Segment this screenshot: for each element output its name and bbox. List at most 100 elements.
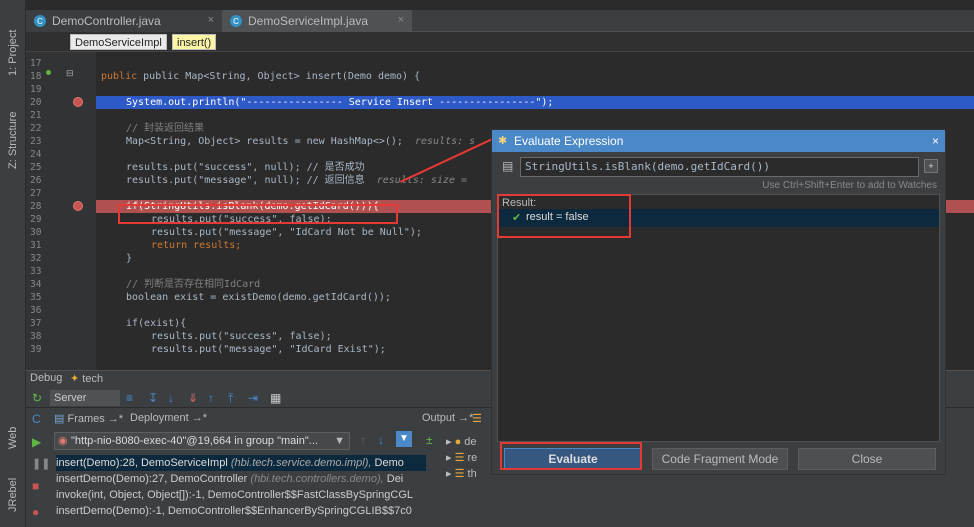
evaluate-icon: ✱: [498, 135, 508, 147]
resume-icon[interactable]: C: [32, 412, 41, 426]
deployment-tab[interactable]: Deployment →*: [130, 412, 207, 424]
breakpoint-icon[interactable]: [73, 201, 83, 211]
variable-row[interactable]: ▸ ● de: [446, 435, 477, 448]
code-fragment-mode-button[interactable]: Code Fragment Mode: [652, 448, 788, 470]
frames-tab-label: Frames →*: [67, 413, 124, 425]
code-text: // 判断是否存在相同IdCard: [126, 279, 261, 290]
line-number: 34: [30, 279, 42, 290]
highlight-box-evaluate: [500, 442, 642, 470]
history-icon[interactable]: ▤: [502, 159, 513, 173]
code-text: if(exist){: [126, 318, 187, 329]
line-number: 38: [30, 331, 42, 342]
frame-method: insertDemo(Demo):27, DemoController: [56, 473, 248, 485]
list-icon: ☰: [454, 468, 465, 480]
chevron-down-icon: ▼: [334, 435, 345, 447]
editor-gutter: 17 18 19 20 21 22 23 24 25 26 27 28 29 3…: [26, 52, 96, 370]
evaluate-expression-dialog: ✱ Evaluate Expression × ▤ StringUtils.is…: [491, 129, 946, 475]
line-number: 35: [30, 292, 42, 303]
dialog-title-bar[interactable]: ✱ Evaluate Expression ×: [492, 130, 945, 152]
project-tool-tab[interactable]: 1: Project: [3, 18, 23, 88]
line-number: 29: [30, 214, 42, 225]
web-tool-tab[interactable]: Web: [3, 418, 23, 458]
fold-icon[interactable]: ⊟: [66, 68, 74, 79]
highlight-box-result: [497, 194, 631, 238]
frame-package: (hbi.tech.controllers.demo),: [250, 473, 384, 485]
class-icon: C: [34, 15, 46, 27]
server-tab[interactable]: Server: [50, 390, 120, 406]
code-text: System.out.println("---------------- Ser…: [126, 97, 554, 108]
code-text: return results;: [151, 240, 242, 251]
structure-tool-tab[interactable]: Z: Structure: [3, 100, 23, 180]
line-number: 32: [30, 253, 42, 264]
drop-frame-icon[interactable]: ⤒: [228, 391, 233, 406]
jrebel-tool-label: JRebel: [7, 477, 19, 513]
breadcrumb-class[interactable]: DemoServiceImpl: [70, 34, 167, 50]
config-icon: ✦: [70, 373, 80, 385]
down-arrow-icon[interactable]: ↓: [378, 433, 384, 447]
step-over-icon[interactable]: ↧: [148, 391, 158, 405]
dialog-title: Evaluate Expression: [514, 134, 624, 148]
debug-config[interactable]: ✦ tech: [70, 372, 103, 385]
highlight-box-condition: [118, 204, 398, 224]
thread-icon: ◉: [58, 435, 68, 447]
tab-democontroller[interactable]: C DemoController.java ×: [26, 10, 222, 32]
code-line-20: System.out.println("---------------- Ser…: [96, 96, 974, 109]
line-number: 21: [30, 110, 42, 121]
breakpoint-icon[interactable]: [73, 97, 83, 107]
line-number: 20: [30, 97, 42, 108]
breadcrumb-method[interactable]: insert(): [172, 34, 217, 50]
rerun-icon[interactable]: ↻: [32, 391, 42, 405]
line-number: 23: [30, 136, 42, 147]
close-tab-icon[interactable]: ×: [398, 14, 404, 26]
line-number: 17: [30, 58, 42, 69]
step-out-icon[interactable]: ↑: [208, 391, 214, 405]
project-tool-label: 1: Project: [7, 29, 19, 77]
implements-marker-icon[interactable]: [46, 70, 51, 75]
show-execution-point-icon[interactable]: ≡: [126, 391, 133, 405]
mute-breakpoints-icon[interactable]: ●: [32, 505, 39, 519]
frame-row[interactable]: invoke(int, Object, Object[]):-1, DemoCo…: [56, 487, 426, 503]
evaluate-icon[interactable]: ▦: [270, 391, 281, 405]
list-icon: ☰: [454, 452, 465, 464]
line-number: 27: [30, 188, 42, 199]
frame-package: (hbi.tech.service.demo.impl),: [230, 457, 372, 469]
resume-program-icon[interactable]: ▶: [32, 435, 41, 449]
frame-tail: Demo: [374, 457, 404, 469]
variable-row[interactable]: ▸ ☰ re: [446, 451, 477, 464]
code-text: results.put("success", false);: [151, 331, 332, 342]
frames-tab[interactable]: ▤ Frames →*: [54, 412, 123, 425]
frame-row-selected[interactable]: insert(Demo):28, DemoServiceImpl (hbi.te…: [56, 455, 426, 471]
add-watch-icon[interactable]: ±: [426, 433, 433, 447]
filter-icon[interactable]: ▼: [396, 431, 412, 447]
tab-demoserviceimpl[interactable]: C DemoServiceImpl.java ×: [222, 10, 412, 32]
thread-selector[interactable]: ◉ "http-nio-8080-exec-40"@19,664 in grou…: [54, 432, 350, 450]
add-to-watches-icon[interactable]: +: [924, 159, 938, 173]
frames-icon: ▤: [54, 413, 65, 425]
expression-input[interactable]: StringUtils.isBlank(demo.getIdCard()): [520, 157, 919, 177]
variable-label: re: [467, 452, 478, 464]
output-tab[interactable]: Output →*: [422, 412, 473, 424]
up-arrow-icon[interactable]: ↑: [360, 433, 366, 447]
close-button[interactable]: Close: [798, 448, 936, 470]
thread-label: "http-nio-8080-exec-40"@19,664 in group …: [71, 435, 318, 447]
pause-icon[interactable]: ❚❚: [32, 457, 50, 470]
variable-row[interactable]: ▸ ☰ th: [446, 467, 477, 480]
line-number: 24: [30, 149, 42, 160]
step-into-icon[interactable]: ↓: [168, 391, 174, 405]
force-step-into-icon[interactable]: ⇓: [188, 391, 198, 405]
class-icon: C: [230, 15, 242, 27]
inline-value: results: size =: [376, 175, 468, 186]
code-text: results.put("message", "IdCard Exist");: [151, 344, 386, 355]
ide-window: 1: Project Z: Structure Web JRebel C Dem…: [0, 0, 974, 527]
line-number: 19: [30, 84, 42, 95]
run-to-cursor-icon[interactable]: ⇥: [248, 391, 258, 405]
close-tab-icon[interactable]: ×: [208, 14, 214, 26]
stop-icon[interactable]: ■: [32, 479, 39, 493]
variable-label: de: [464, 436, 477, 448]
jrebel-tool-tab[interactable]: JRebel: [3, 470, 23, 520]
frame-row[interactable]: insertDemo(Demo):27, DemoController (hbi…: [56, 471, 426, 487]
variables-icon: ☰: [472, 413, 482, 425]
close-icon[interactable]: ×: [932, 130, 939, 152]
tab-label: DemoController.java: [52, 14, 161, 28]
frame-row[interactable]: insertDemo(Demo):-1, DemoController$$Enh…: [56, 503, 426, 519]
